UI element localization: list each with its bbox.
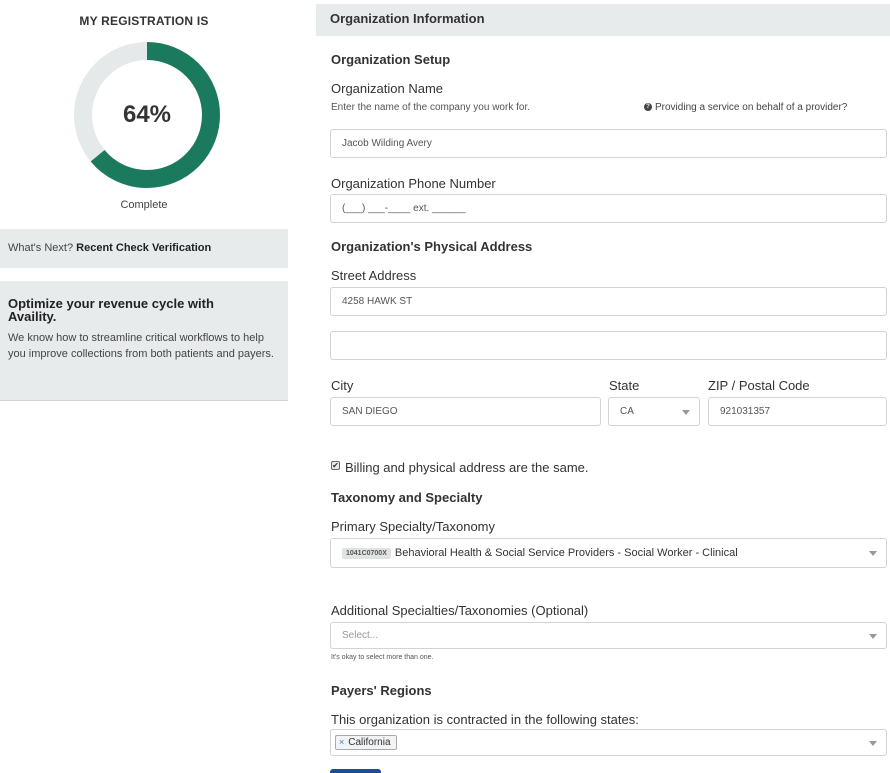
promo-card: Optimize your revenue cycle with Availit… bbox=[0, 281, 288, 401]
state-label: State bbox=[609, 378, 640, 393]
provider-link-text: Providing a service on behalf of a provi… bbox=[655, 102, 848, 113]
section-title: Organization Information bbox=[316, 4, 890, 36]
zip-label: ZIP / Postal Code bbox=[708, 378, 810, 393]
zip-input[interactable]: 921031357 bbox=[708, 397, 887, 426]
billing-same-checkbox[interactable]: ✔ bbox=[331, 461, 340, 470]
additional-taxonomy-placeholder: Select... bbox=[342, 630, 379, 641]
primary-taxonomy-select[interactable]: 1041C0700X Behavioral Health & Social Ser… bbox=[330, 538, 887, 568]
promo-title: Optimize your revenue cycle with Availit… bbox=[8, 296, 214, 324]
continue-button[interactable] bbox=[330, 769, 381, 773]
state-chip-label: California bbox=[348, 737, 391, 748]
whats-next-item[interactable]: Recent Check Verification bbox=[76, 242, 211, 254]
progress-heading: MY REGISTRATION IS bbox=[79, 14, 209, 28]
chevron-down-icon bbox=[682, 410, 690, 415]
registration-progress-card: MY REGISTRATION IS 64% Complete bbox=[0, 0, 288, 229]
state-chip[interactable]: × California bbox=[335, 735, 397, 750]
street2-input[interactable] bbox=[330, 331, 887, 360]
primary-taxonomy-label: Primary Specialty/Taxonomy bbox=[331, 519, 495, 534]
checkbox-checked-icon: ✔ bbox=[332, 461, 339, 470]
additional-taxonomy-label: Additional Specialties/Taxonomies (Optio… bbox=[331, 603, 589, 618]
org-setup-heading: Organization Setup bbox=[331, 52, 451, 67]
regions-heading: Payers' Regions bbox=[331, 683, 432, 698]
provider-link[interactable]: ? Providing a service on behalf of a prov… bbox=[644, 102, 847, 113]
regions-multiselect[interactable]: × California bbox=[330, 729, 887, 756]
billing-same-label: Billing and physical address are the sam… bbox=[345, 460, 589, 475]
promo-body: We know how to streamline critical workf… bbox=[8, 332, 274, 360]
primary-taxonomy-value: Behavioral Health & Social Service Provi… bbox=[394, 547, 738, 559]
additional-taxonomy-select[interactable]: Select... bbox=[330, 622, 887, 649]
main-form: Organization Information Organization Se… bbox=[316, 0, 890, 773]
org-name-help: Enter the name of the company you work f… bbox=[331, 102, 530, 113]
state-select[interactable]: CA bbox=[608, 397, 700, 426]
street-label: Street Address bbox=[331, 268, 417, 283]
org-phone-label: Organization Phone Number bbox=[331, 176, 496, 191]
chevron-down-icon bbox=[869, 551, 877, 556]
chevron-down-icon bbox=[869, 741, 877, 746]
question-circle-icon: ? bbox=[644, 103, 652, 112]
state-select-value: CA bbox=[620, 406, 634, 417]
city-input[interactable]: SAN DIEGO bbox=[330, 397, 601, 426]
org-name-label: Organization Name bbox=[331, 81, 443, 96]
progress-sub-label: Complete bbox=[120, 199, 168, 211]
taxonomy-code-badge: 1041C0700X bbox=[342, 547, 391, 559]
close-icon[interactable]: × bbox=[339, 737, 344, 747]
additional-taxonomy-help: It's okay to select more than one. bbox=[331, 654, 434, 661]
progress-percent: 64% bbox=[122, 101, 172, 128]
org-phone-input[interactable]: (___) ___-____ ext. ______ bbox=[330, 194, 887, 223]
chevron-down-icon bbox=[869, 634, 877, 639]
whats-next-bar[interactable]: What's Next? Recent Check Verification bbox=[0, 229, 288, 268]
street-input[interactable]: 4258 HAWK ST bbox=[330, 287, 887, 316]
org-name-input[interactable]: Jacob Wilding Avery bbox=[330, 129, 887, 158]
regions-label: This organization is contracted in the f… bbox=[331, 712, 639, 727]
sidebar: MY REGISTRATION IS 64% Complete What's N… bbox=[0, 0, 288, 773]
whats-next-prefix: What's Next? bbox=[8, 242, 74, 254]
address-heading: Organization's Physical Address bbox=[331, 239, 533, 254]
taxonomy-heading: Taxonomy and Specialty bbox=[331, 490, 483, 505]
city-label: City bbox=[331, 378, 354, 393]
